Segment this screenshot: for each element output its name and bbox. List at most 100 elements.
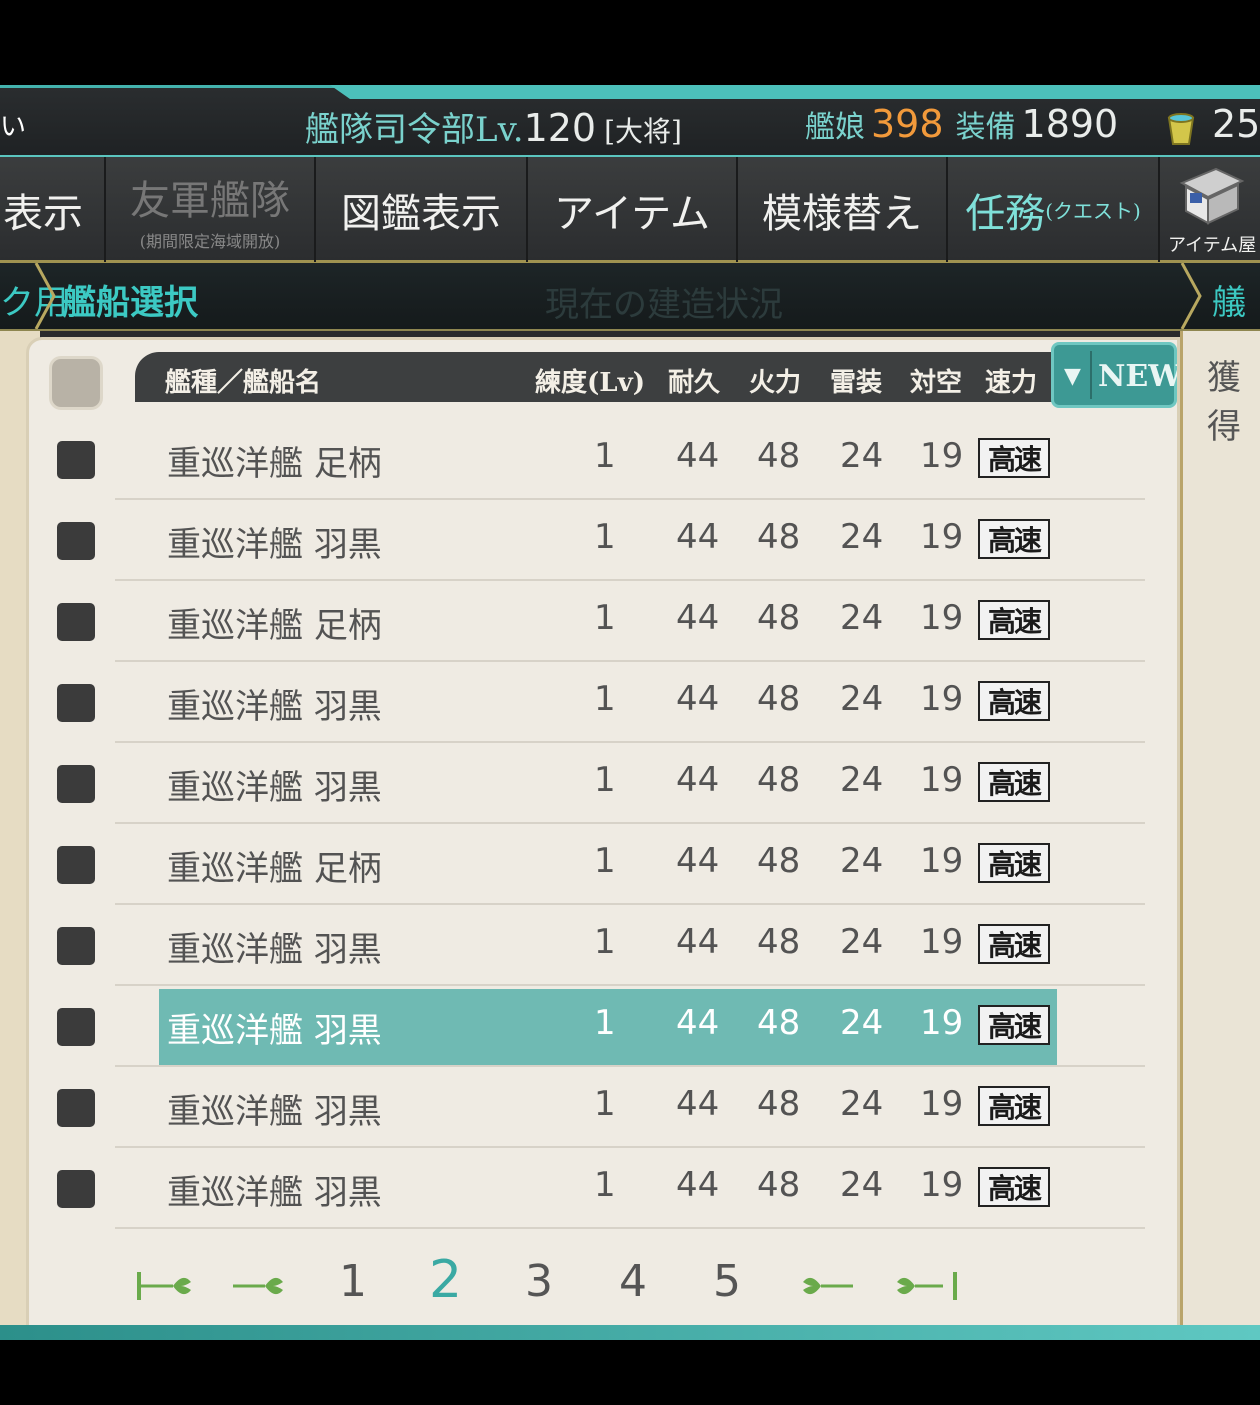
row-checkbox[interactable] bbox=[57, 846, 95, 884]
ship-level: 1 bbox=[594, 517, 616, 557]
row-checkbox[interactable] bbox=[57, 927, 95, 965]
ship-firepower: 48 bbox=[757, 598, 801, 638]
table-row[interactable]: 重巡洋艦 足柄 1 44 48 24 19 高速 bbox=[29, 823, 1177, 905]
table-row[interactable]: 重巡洋艦 足柄 1 44 48 24 19 高速 bbox=[29, 418, 1177, 500]
ship-name: 羽黒 bbox=[313, 768, 382, 808]
menu-display[interactable]: 表示 bbox=[0, 157, 106, 262]
table-row[interactable]: 重巡洋艦 足柄 1 44 48 24 19 高速 bbox=[29, 580, 1177, 662]
table-row[interactable]: 重巡洋艦 羽黒 1 44 48 24 19 高速 bbox=[29, 1147, 1177, 1229]
ship-type: 重巡洋艦 bbox=[167, 525, 303, 565]
ship-type-name: 重巡洋艦 羽黒 bbox=[167, 1165, 382, 1214]
row-divider bbox=[115, 1227, 1145, 1229]
ship-hp: 44 bbox=[676, 922, 720, 962]
ship-type-name: 重巡洋艦 足柄 bbox=[167, 436, 382, 485]
row-checkbox[interactable] bbox=[57, 684, 95, 722]
ship-level: 1 bbox=[594, 922, 616, 962]
menu-encyclopedia[interactable]: 図鑑表示 bbox=[316, 157, 528, 262]
prev-page-icon[interactable] bbox=[229, 1266, 295, 1306]
ship-hp: 44 bbox=[676, 841, 720, 881]
ship-torpedo: 24 bbox=[840, 436, 884, 476]
table-row-selected[interactable]: 重巡洋艦 羽黒 1 44 48 24 19 高速 bbox=[29, 985, 1177, 1067]
ship-torpedo: 24 bbox=[840, 1084, 884, 1124]
ship-type: 重巡洋艦 bbox=[167, 687, 303, 727]
row-checkbox[interactable] bbox=[57, 441, 95, 479]
row-checkbox[interactable] bbox=[57, 765, 95, 803]
speed-badge: 高速 bbox=[978, 924, 1050, 964]
build-status-ghost: 現在の建造状況 bbox=[545, 285, 783, 325]
status-bar-accent bbox=[330, 85, 1260, 99]
speed-badge: 高速 bbox=[978, 600, 1050, 640]
header-firepower[interactable]: 火力 bbox=[749, 362, 801, 399]
page-title: 艦船選択 bbox=[62, 283, 198, 323]
item-shop-button[interactable]: アイテム屋 bbox=[1160, 157, 1260, 262]
first-page-icon[interactable] bbox=[133, 1266, 199, 1306]
ship-anti-air: 19 bbox=[920, 517, 964, 557]
ship-name: 足柄 bbox=[313, 849, 382, 889]
menu-friend-fleet-sub: (期間限定海域開放) bbox=[139, 231, 281, 251]
bucket-icon bbox=[1167, 113, 1195, 145]
ship-firepower: 48 bbox=[757, 517, 801, 557]
page-1[interactable]: 1 bbox=[339, 1256, 367, 1307]
speed-badge: 高速 bbox=[978, 681, 1050, 721]
ship-type-name: 重巡洋艦 羽黒 bbox=[167, 1084, 382, 1133]
ship-level: 1 bbox=[594, 679, 616, 719]
table-row[interactable]: 重巡洋艦 羽黒 1 44 48 24 19 高速 bbox=[29, 1066, 1177, 1148]
sort-new-button[interactable]: ▼ NEW bbox=[1051, 342, 1177, 408]
ship-type-name: 重巡洋艦 足柄 bbox=[167, 598, 382, 647]
header-hp[interactable]: 耐久 bbox=[668, 362, 720, 399]
table-header: 艦種／艦船名 練度(Lv) 耐久 火力 雷装 対空 速力 bbox=[135, 352, 1055, 402]
ship-type: 重巡洋艦 bbox=[167, 849, 303, 889]
header-torpedo[interactable]: 雷装 bbox=[830, 362, 882, 399]
header-lv[interactable]: 練度(Lv) bbox=[535, 362, 645, 399]
ship-type-name: 重巡洋艦 羽黒 bbox=[167, 517, 382, 566]
chevron-right-icon bbox=[34, 263, 56, 329]
page-4[interactable]: 4 bbox=[619, 1256, 647, 1307]
lv-label: Lv. bbox=[475, 110, 524, 150]
row-checkbox[interactable] bbox=[57, 1008, 95, 1046]
table-row[interactable]: 重巡洋艦 羽黒 1 44 48 24 19 高速 bbox=[29, 742, 1177, 824]
header-anti-air[interactable]: 対空 bbox=[910, 362, 962, 399]
ship-name: 羽黒 bbox=[313, 1092, 382, 1132]
equip-label: 装備 bbox=[955, 110, 1016, 145]
table-row[interactable]: 重巡洋艦 羽黒 1 44 48 24 19 高速 bbox=[29, 661, 1177, 743]
ship-hp: 44 bbox=[676, 436, 720, 476]
header-name[interactable]: 艦種／艦船名 bbox=[165, 362, 321, 399]
panel-bottom-bar bbox=[0, 1325, 1260, 1340]
menu-display-label: 表示 bbox=[3, 190, 83, 237]
ship-firepower: 48 bbox=[757, 922, 801, 962]
menu-friend-fleet[interactable]: 友軍艦隊 (期間限定海域開放) bbox=[106, 157, 316, 262]
menu-furniture[interactable]: 模様替え bbox=[738, 157, 948, 262]
ship-type: 重巡洋艦 bbox=[167, 1173, 303, 1213]
next-page-icon[interactable] bbox=[791, 1266, 857, 1306]
row-checkbox[interactable] bbox=[57, 1089, 95, 1127]
header-speed[interactable]: 速力 bbox=[985, 362, 1037, 399]
row-checkbox[interactable] bbox=[57, 1170, 95, 1208]
page-5[interactable]: 5 bbox=[713, 1256, 741, 1307]
rank-label: [大将] bbox=[604, 115, 682, 148]
ship-hp: 44 bbox=[676, 517, 720, 557]
menu-items-label: アイテム bbox=[554, 190, 710, 237]
table-row[interactable]: 重巡洋艦 羽黒 1 44 48 24 19 高速 bbox=[29, 499, 1177, 581]
ship-torpedo: 24 bbox=[840, 922, 884, 962]
speed-badge: 高速 bbox=[978, 519, 1050, 559]
menu-furniture-label: 模様替え bbox=[762, 190, 922, 237]
page-2-current[interactable]: 2 bbox=[429, 1250, 462, 1310]
last-page-icon[interactable] bbox=[885, 1266, 961, 1306]
page-3[interactable]: 3 bbox=[525, 1256, 553, 1307]
speed-badge: 高速 bbox=[978, 438, 1050, 478]
sort-label: NEW bbox=[1098, 359, 1180, 394]
select-all-checkbox[interactable] bbox=[49, 356, 103, 410]
ship-type-name: 重巡洋艦 羽黒 bbox=[167, 1003, 382, 1052]
menu-items[interactable]: アイテム bbox=[528, 157, 738, 262]
menu-quest[interactable]: 任務 (クエスト) bbox=[948, 157, 1160, 262]
ship-level: 1 bbox=[594, 436, 616, 476]
ship-type: 重巡洋艦 bbox=[167, 1092, 303, 1132]
ship-torpedo: 24 bbox=[840, 1165, 884, 1205]
main-menu: 表示 友軍艦隊 (期間限定海域開放) 図鑑表示 アイテム 模様替え 任務 (クエス… bbox=[0, 155, 1260, 263]
ship-level: 1 bbox=[594, 1165, 616, 1205]
ship-type-name: 重巡洋艦 羽黒 bbox=[167, 922, 382, 971]
table-row[interactable]: 重巡洋艦 羽黒 1 44 48 24 19 高速 bbox=[29, 904, 1177, 986]
row-checkbox[interactable] bbox=[57, 603, 95, 641]
ship-type: 重巡洋艦 bbox=[167, 930, 303, 970]
row-checkbox[interactable] bbox=[57, 522, 95, 560]
